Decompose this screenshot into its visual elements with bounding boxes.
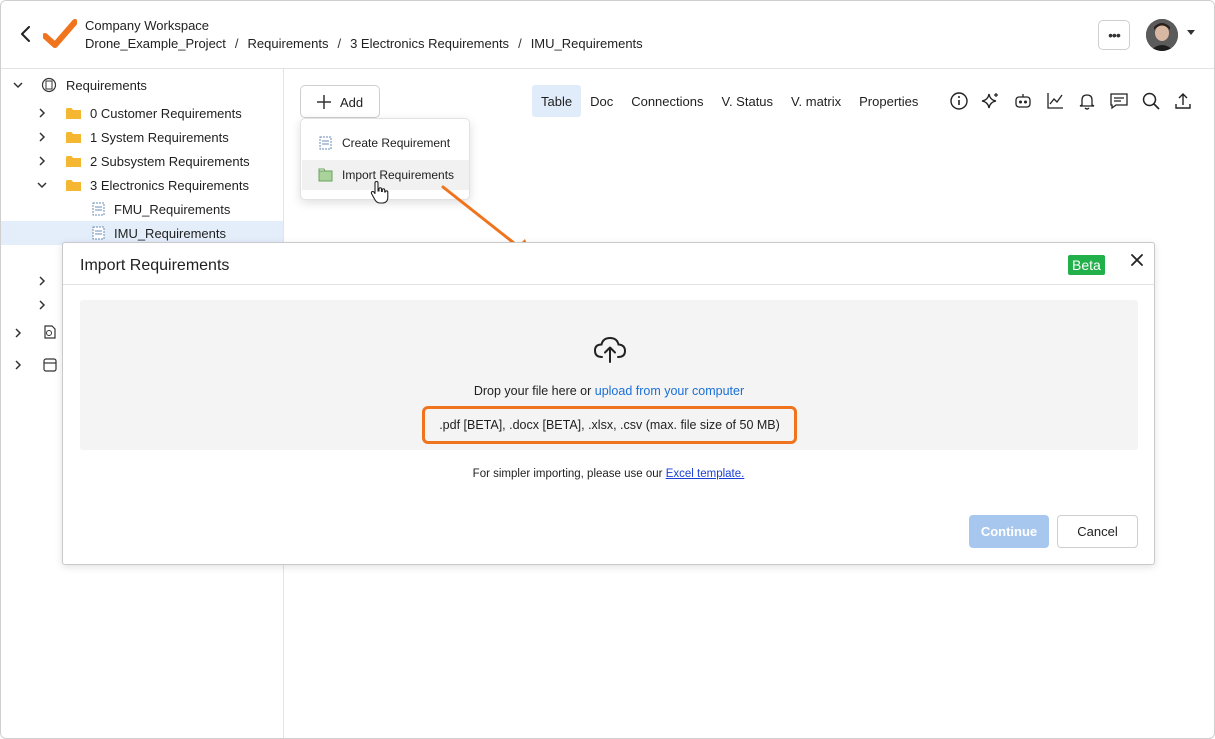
requirements-doc-icon	[92, 226, 105, 240]
avatar-caret-icon[interactable]	[1187, 30, 1195, 35]
bell-icon[interactable]	[1077, 91, 1097, 111]
folder-icon	[66, 132, 81, 143]
breadcrumb-separator: /	[337, 36, 342, 51]
cancel-button[interactable]: Cancel	[1057, 515, 1138, 548]
folder-icon	[66, 108, 81, 119]
tab-doc[interactable]: Doc	[581, 85, 622, 117]
drop-text: Drop your file here or	[473, 384, 595, 398]
sidebar-item-label: 0 Customer Requirements	[90, 106, 242, 121]
beta-badge: Beta	[1068, 255, 1105, 275]
user-avatar-icon	[1146, 19, 1178, 51]
sidebar-item-label: IMU_Requirements	[114, 226, 226, 241]
avatar[interactable]	[1146, 19, 1178, 51]
app-logo-icon	[43, 19, 77, 48]
menu-item-label: Import Requirements	[342, 168, 455, 182]
chevron-right-icon[interactable]	[36, 275, 48, 287]
chevron-right-icon[interactable]	[36, 107, 48, 119]
file-dropzone[interactable]: Drop your file here or upload from your …	[80, 300, 1138, 450]
sidebar-item-system-requirements[interactable]: 1 System Requirements	[1, 125, 283, 149]
sidebar-item-electronics-requirements[interactable]: 3 Electronics Requirements	[1, 173, 283, 197]
tab-v-status[interactable]: V. Status	[712, 85, 782, 117]
sidebar-item-label: FMU_Requirements	[114, 202, 231, 217]
tab-connections[interactable]: Connections	[622, 85, 712, 117]
continue-button[interactable]: Continue	[969, 515, 1049, 548]
sidebar-item-label: 2 Subsystem Requirements	[90, 154, 250, 169]
archive-module-icon	[43, 358, 57, 372]
folder-icon	[66, 156, 81, 167]
tab-v-matrix[interactable]: V. matrix	[782, 85, 850, 117]
cloud-upload-icon	[593, 336, 627, 363]
dialog-divider	[63, 284, 1154, 285]
import-requirements-icon	[318, 168, 333, 182]
chart-icon[interactable]	[1045, 91, 1065, 111]
chevron-left-icon	[21, 26, 30, 42]
view-tabs: Table Doc Connections V. Status V. matri…	[532, 85, 927, 117]
breadcrumb-separator: /	[234, 36, 239, 51]
hint-text: For simpler importing, please use our	[472, 468, 666, 480]
chevron-right-icon[interactable]	[36, 131, 48, 143]
drop-instructions: Drop your file here or upload from your …	[80, 384, 1138, 398]
breadcrumb-project[interactable]: Drone_Example_Project	[85, 36, 226, 51]
create-requirement-icon	[319, 136, 332, 150]
menu-item-label: Create Requirement	[342, 136, 451, 150]
import-requirements-dialog: Import Requirements Beta Drop your file …	[62, 242, 1155, 565]
chevron-right-icon[interactable]	[36, 299, 48, 311]
more-options-button[interactable]: •••	[1098, 20, 1130, 50]
breadcrumb-requirements[interactable]: Requirements	[248, 36, 329, 51]
tab-table[interactable]: Table	[532, 85, 582, 117]
test-module-icon	[44, 325, 56, 339]
sidebar-item-requirements[interactable]: Requirements	[1, 73, 283, 97]
close-icon[interactable]	[1129, 252, 1145, 268]
workspace-title: Company Workspace	[85, 18, 210, 33]
sidebar-item-subsystem-requirements[interactable]: 2 Subsystem Requirements	[1, 149, 283, 173]
breadcrumb: Drone_Example_Project / Requirements / 3…	[85, 36, 643, 51]
menu-item-create-requirement[interactable]: Create Requirement	[302, 128, 469, 158]
add-button[interactable]: Add	[300, 85, 380, 118]
folder-icon	[66, 180, 81, 191]
chevron-right-icon[interactable]	[12, 327, 24, 339]
dialog-title: Import Requirements	[80, 257, 230, 274]
app-window: Company Workspace Drone_Example_Project …	[0, 0, 1215, 739]
top-bar: Company Workspace Drone_Example_Project …	[1, 1, 1214, 69]
chevron-right-icon[interactable]	[12, 359, 24, 371]
plus-icon	[317, 95, 331, 109]
excel-template-link[interactable]: Excel template.	[666, 468, 745, 480]
requirements-module-icon	[41, 77, 57, 93]
sidebar-item-label: 1 System Requirements	[90, 130, 229, 145]
upload-link[interactable]: upload from your computer	[595, 384, 744, 398]
tab-properties[interactable]: Properties	[850, 85, 927, 117]
info-icon[interactable]	[949, 91, 969, 111]
excel-template-hint: For simpler importing, please use our Ex…	[63, 468, 1154, 480]
sidebar-item-fmu-requirements[interactable]: FMU_Requirements	[1, 197, 283, 221]
add-button-label: Add	[340, 95, 364, 110]
upload-icon[interactable]	[1173, 91, 1193, 111]
breadcrumb-electronics[interactable]: 3 Electronics Requirements	[350, 36, 509, 51]
search-icon[interactable]	[1141, 91, 1161, 111]
comment-icon[interactable]	[1109, 91, 1129, 111]
breadcrumb-imu[interactable]: IMU_Requirements	[531, 36, 643, 51]
chevron-down-icon[interactable]	[12, 79, 24, 91]
sparkle-icon[interactable]	[981, 91, 1001, 111]
chevron-down-icon[interactable]	[36, 179, 48, 191]
robot-icon[interactable]	[1013, 91, 1033, 111]
requirements-doc-icon	[92, 202, 105, 216]
back-button[interactable]	[15, 23, 37, 45]
chevron-right-icon[interactable]	[36, 155, 48, 167]
sidebar-item-label: 3 Electronics Requirements	[90, 178, 249, 193]
breadcrumb-separator: /	[518, 36, 522, 51]
sidebar-item-label: Requirements	[66, 78, 147, 93]
hand-cursor-icon	[370, 181, 389, 204]
supported-formats-text: .pdf [BETA], .docx [BETA], .xlsx, .csv (…	[422, 406, 797, 444]
sidebar-item-customer-requirements[interactable]: 0 Customer Requirements	[1, 101, 283, 125]
